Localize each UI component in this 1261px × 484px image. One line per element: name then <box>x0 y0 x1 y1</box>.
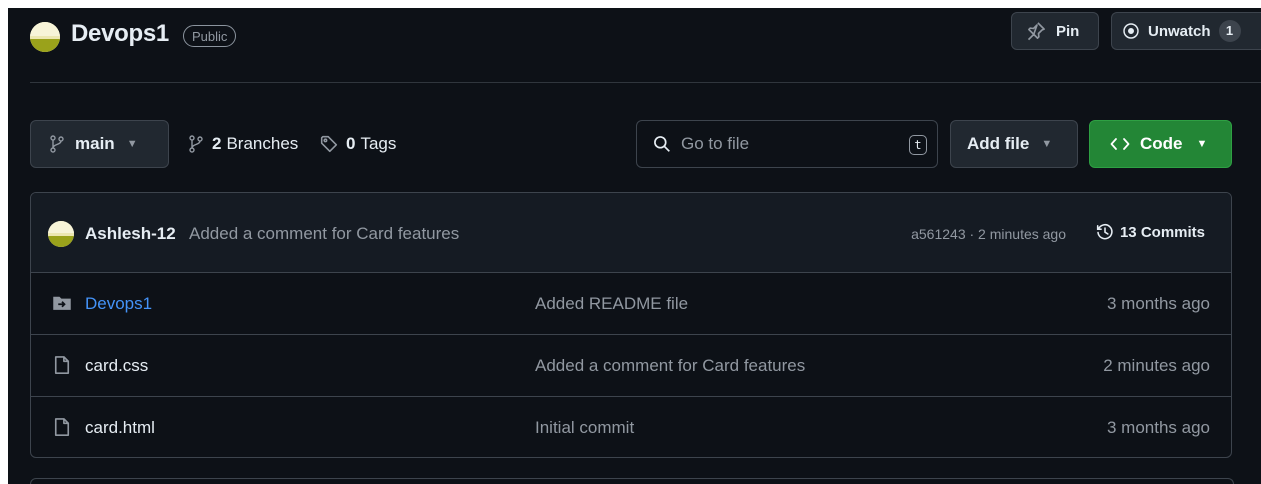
repository-page: Devops1 Public Pin Unwatch 1 main ▼ 2 Br… <box>8 8 1261 484</box>
file-age: 3 months ago <box>1106 418 1210 437</box>
history-icon <box>1096 223 1114 241</box>
branches-count: 2 <box>212 134 222 153</box>
visibility-badge: Public <box>183 25 237 47</box>
folder-icon <box>52 293 72 313</box>
file-icon <box>52 417 72 437</box>
file-commit-message[interactable]: Initial commit <box>535 418 634 438</box>
commit-hash-time[interactable]: a561243 · 2 minutes ago <box>911 226 1066 242</box>
table-row[interactable]: card.css Added a comment for Card featur… <box>31 335 1231 397</box>
table-row[interactable]: card.html Initial commit 3 months ago <box>31 397 1231 457</box>
file-age: 2 minutes ago <box>1103 356 1210 375</box>
file-table: Ashlesh-12 Added a comment for Card feat… <box>30 192 1232 458</box>
table-row[interactable]: Devops1 Added README file 3 months ago <box>31 273 1231 335</box>
search-placeholder: Go to file <box>681 134 750 153</box>
chevron-down-icon: ▼ <box>1196 138 1208 150</box>
repo-header: Devops1 Public Pin Unwatch 1 <box>8 8 1261 82</box>
file-commit-message[interactable]: Added README file <box>535 294 688 314</box>
commits-history-link[interactable]: 13 Commits <box>1096 223 1205 241</box>
file-name-link[interactable]: Devops1 <box>85 294 152 314</box>
branches-label: Branches <box>226 134 299 153</box>
branch-name: main <box>75 134 115 153</box>
keyboard-shortcut-hint: t <box>909 135 927 155</box>
git-branch-icon <box>188 135 204 153</box>
git-branch-icon <box>49 135 65 153</box>
unwatch-label: Unwatch <box>1148 22 1211 40</box>
avatar[interactable] <box>48 221 74 247</box>
pin-label: Pin <box>1056 22 1080 40</box>
repo-owner-avatar[interactable] <box>30 22 60 52</box>
code-label: Code <box>1140 134 1183 153</box>
add-file-button[interactable]: Add file ▼ <box>950 120 1078 168</box>
chevron-down-icon: ▼ <box>1041 138 1053 150</box>
unwatch-button[interactable]: Unwatch 1 <box>1111 12 1261 50</box>
file-commit-message[interactable]: Added a comment for Card features <box>535 356 805 376</box>
commits-count-label: 13 Commits <box>1119 223 1205 241</box>
header-divider <box>30 82 1261 83</box>
commit-message-link[interactable]: Added a comment for Card features <box>189 224 459 244</box>
branch-select-button[interactable]: main ▼ <box>30 120 169 168</box>
add-file-label: Add file <box>967 134 1030 153</box>
commit-author-link[interactable]: Ashlesh-12 <box>85 224 176 244</box>
pin-button[interactable]: Pin <box>1011 12 1099 50</box>
chevron-down-icon: ▼ <box>126 138 138 150</box>
latest-commit-row: Ashlesh-12 Added a comment for Card feat… <box>31 193 1231 273</box>
tags-link[interactable]: 0 Tags <box>320 120 396 168</box>
code-icon <box>1110 136 1130 152</box>
watch-count: 1 <box>1218 20 1241 42</box>
tags-label: Tags <box>360 134 397 153</box>
branches-link[interactable]: 2 Branches <box>188 120 298 168</box>
search-icon <box>653 135 671 153</box>
readme-panel-edge <box>30 478 1234 484</box>
file-age: 3 months ago <box>1106 294 1210 313</box>
file-icon <box>52 355 72 375</box>
code-button[interactable]: Code ▼ <box>1089 120 1232 168</box>
file-name-link[interactable]: card.html <box>85 418 155 438</box>
eye-icon <box>1122 22 1140 40</box>
tag-icon <box>320 135 338 153</box>
tags-count: 0 <box>346 134 356 153</box>
repo-name[interactable]: Devops1 <box>71 20 169 48</box>
file-name-link[interactable]: card.css <box>85 356 148 376</box>
go-to-file-input[interactable]: Go to file t <box>636 120 938 168</box>
pin-icon <box>1026 21 1046 41</box>
